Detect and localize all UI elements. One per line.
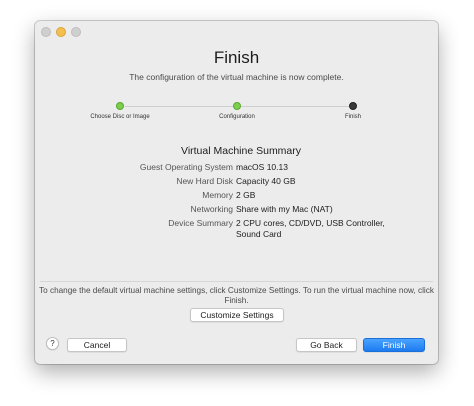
summary-value: Capacity 40 GB: [236, 176, 296, 186]
zoom-window-button[interactable]: [71, 27, 81, 37]
cancel-button[interactable]: Cancel: [67, 338, 127, 352]
step-dot-choose-disc: [116, 102, 124, 110]
progress-steps: Choose Disc or Image Configuration Finis…: [35, 102, 438, 142]
page-title: Finish: [213, 48, 260, 67]
help-button[interactable]: ?: [46, 337, 59, 350]
summary-label: Guest Operating System: [139, 162, 233, 172]
summary-value: 2 CPU cores, CD/DVD, USB Controller, Sou…: [236, 218, 385, 239]
step-connector-1: [125, 106, 237, 107]
step-dot-finish: [349, 102, 357, 110]
summary-label: Memory: [202, 190, 233, 200]
step-label-finish: Finish: [344, 114, 361, 120]
minimize-window-button[interactable]: [56, 27, 66, 37]
go-back-button[interactable]: Go Back: [296, 338, 357, 352]
summary-label: Networking: [190, 204, 233, 214]
summary-value: 2 GB: [236, 190, 256, 200]
step-label-choose-disc: Choose Disc or Image: [90, 114, 150, 120]
summary-label: New Hard Disk: [176, 176, 233, 186]
close-window-button[interactable]: [41, 27, 51, 37]
step-dot-configuration: [233, 102, 241, 110]
summary-value: macOS 10.13: [236, 162, 288, 172]
finish-button[interactable]: Finish: [363, 338, 425, 352]
summary-title: Virtual Machine Summary: [181, 145, 302, 157]
finish-dialog-window: Finish The configuration of the virtual …: [35, 21, 438, 364]
step-label-configuration: Configuration: [219, 114, 255, 120]
summary-value: Share with my Mac (NAT): [236, 204, 333, 214]
summary-label: Device Summary: [168, 218, 233, 228]
page-subtitle: The configuration of the virtual machine…: [129, 72, 344, 82]
step-connector-2: [241, 106, 353, 107]
window-controls: [41, 27, 81, 37]
footer-divider: [40, 281, 433, 282]
customize-hint: To change the default virtual machine se…: [39, 286, 434, 305]
customize-settings-button[interactable]: Customize Settings: [190, 308, 284, 322]
